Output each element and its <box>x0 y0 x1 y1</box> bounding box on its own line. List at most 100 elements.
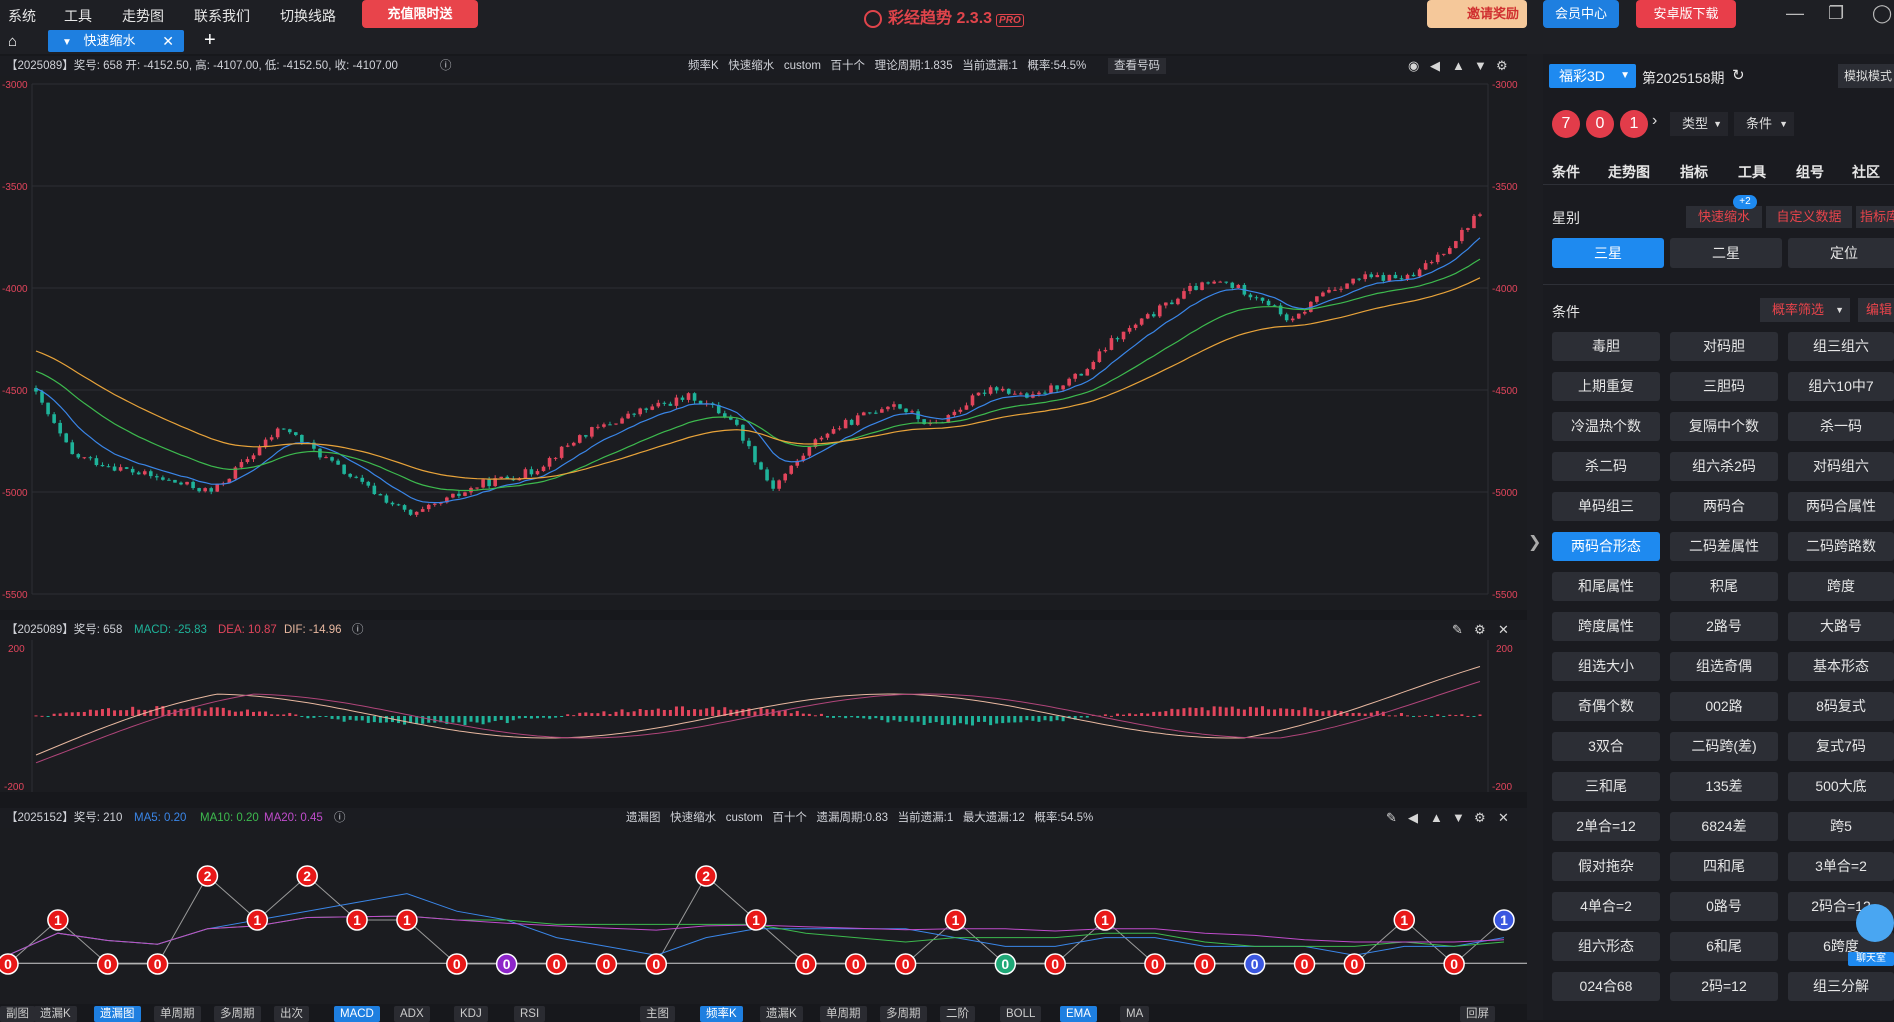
condition-button[interactable]: 杀一码 <box>1788 412 1894 441</box>
maximize-icon[interactable]: ❐ <box>1828 3 1844 24</box>
up-icon[interactable]: ▲ <box>1430 808 1443 828</box>
condition-button[interactable]: 8码复式 <box>1788 692 1894 721</box>
condition-button[interactable]: 6和尾 <box>1670 932 1778 961</box>
star-three[interactable]: 三星 <box>1552 238 1664 268</box>
condition-button[interactable]: 对码胆 <box>1670 332 1778 361</box>
condition-button[interactable]: 3单合=2 <box>1788 852 1894 881</box>
menu-switch-line[interactable]: 切换线路 <box>280 6 336 26</box>
star-position[interactable]: 定位 <box>1788 238 1894 268</box>
menu-contact[interactable]: 联系我们 <box>194 6 250 26</box>
condition-button[interactable]: 组选大小 <box>1552 652 1660 681</box>
condition-button[interactable]: 135差 <box>1670 772 1778 801</box>
condition-button[interactable]: 四和尾 <box>1670 852 1778 881</box>
back-icon[interactable]: ◀ <box>1408 808 1418 828</box>
down-icon[interactable]: ▼ <box>1452 808 1465 828</box>
pin-icon[interactable]: ✎ <box>1452 620 1463 640</box>
condition-button[interactable]: 002路 <box>1670 692 1778 721</box>
condition-button[interactable]: 024合68 <box>1552 972 1660 1001</box>
member-center-button[interactable]: 会员中心 <box>1543 0 1619 28</box>
menu-system[interactable]: 系统 <box>8 6 36 26</box>
invite-reward-button[interactable]: 邀请奖励 <box>1427 0 1527 28</box>
condition-button[interactable]: 三胆码 <box>1670 372 1778 401</box>
nav-tools[interactable]: 工具 <box>1738 162 1766 182</box>
nav-conditions[interactable]: 条件 <box>1552 162 1580 182</box>
nav-community[interactable]: 社区 <box>1852 162 1880 182</box>
condition-button[interactable]: 跨度 <box>1788 572 1894 601</box>
condition-button[interactable]: 对码组六 <box>1788 452 1894 481</box>
condition-button[interactable]: 500大底 <box>1788 772 1894 801</box>
probability-filter-dropdown[interactable]: 概率筛选 ▼ <box>1760 298 1850 322</box>
condition-button[interactable]: 0路号 <box>1670 892 1778 921</box>
nav-indicators[interactable]: 指标 <box>1680 162 1708 182</box>
condition-button[interactable]: 奇偶个数 <box>1552 692 1660 721</box>
condition-button[interactable]: 跨度属性 <box>1552 612 1660 641</box>
android-download-button[interactable]: 安卓版下载 <box>1636 0 1736 28</box>
recharge-promo-button[interactable]: 充值限时送 <box>362 0 478 28</box>
condition-button[interactable]: 上期重复 <box>1552 372 1660 401</box>
condition-button[interactable]: 4单合=2 <box>1552 892 1660 921</box>
condition-button[interactable]: 组六10中7 <box>1788 372 1894 401</box>
nav-trend[interactable]: 走势图 <box>1608 162 1650 182</box>
condition-button[interactable]: 两码合形态 <box>1552 532 1660 561</box>
menu-trend[interactable]: 走势图 <box>122 6 164 26</box>
menu-tools[interactable]: 工具 <box>64 6 92 26</box>
condition-button[interactable]: 三和尾 <box>1552 772 1660 801</box>
chevron-right-icon[interactable]: › <box>1652 112 1657 130</box>
condition-button[interactable]: 组六形态 <box>1552 932 1660 961</box>
condition-button[interactable]: 2单合=12 <box>1552 812 1660 841</box>
condition-button[interactable]: 两码合属性 <box>1788 492 1894 521</box>
lottery-select[interactable]: 福彩3D ▼ <box>1549 64 1636 88</box>
edit-button[interactable]: 编辑 <box>1858 298 1894 322</box>
condition-dropdown[interactable]: 条件 ▼ <box>1734 112 1794 136</box>
draw-icon[interactable]: ◉ <box>1408 56 1419 76</box>
condition-button[interactable]: 组选奇偶 <box>1670 652 1778 681</box>
condition-button[interactable]: 6824差 <box>1670 812 1778 841</box>
condition-button[interactable]: 二码差属性 <box>1670 532 1778 561</box>
pill-quick-shrink[interactable]: 快速缩水 <box>1686 206 1762 228</box>
home-icon[interactable]: ⌂ <box>8 33 17 50</box>
condition-button[interactable]: 复隔中个数 <box>1670 412 1778 441</box>
omission-chart[interactable]: 0 1 0 0 2 1 2 1 1 0 0 0 0 0 2 1 0 0 0 1 0 0 1 0 0 0 0 0 1 0 1 <box>0 828 1527 1004</box>
condition-button[interactable]: 2路号 <box>1670 612 1778 641</box>
condition-button[interactable]: 单码组三 <box>1552 492 1660 521</box>
condition-button[interactable]: 2码=12 <box>1670 972 1778 1001</box>
simulation-mode-button[interactable]: 模拟模式 <box>1838 64 1894 88</box>
condition-button[interactable]: 二码跨(差) <box>1670 732 1778 761</box>
type-dropdown[interactable]: 类型 ▼ <box>1670 112 1728 136</box>
help-icon[interactable]: ⓘ <box>440 56 452 76</box>
condition-button[interactable]: 冷温热个数 <box>1552 412 1660 441</box>
close-tab-icon[interactable]: ✕ <box>162 30 174 52</box>
nav-groups[interactable]: 组号 <box>1796 162 1824 182</box>
condition-button[interactable]: 积尾 <box>1670 572 1778 601</box>
close-icon[interactable]: ✕ <box>1498 808 1509 828</box>
star-two[interactable]: 二星 <box>1670 238 1782 268</box>
condition-button[interactable]: 组三分解 <box>1788 972 1894 1001</box>
condition-button[interactable]: 组六杀2码 <box>1670 452 1778 481</box>
condition-button[interactable]: 假对拖杂 <box>1552 852 1660 881</box>
pin-icon[interactable]: ✎ <box>1386 808 1397 828</box>
minimize-icon[interactable]: — <box>1786 3 1804 24</box>
condition-button[interactable]: 杀二码 <box>1552 452 1660 481</box>
chevron-right-icon[interactable]: ❯ <box>1528 532 1541 552</box>
settings-icon[interactable]: ⚙ <box>1474 620 1486 640</box>
chat-room-label[interactable]: 聊天室 <box>1848 952 1894 966</box>
close-window-icon[interactable]: ◯ <box>1872 3 1892 24</box>
condition-button[interactable]: 3双合 <box>1552 732 1660 761</box>
condition-button[interactable]: 大路号 <box>1788 612 1894 641</box>
pill-indicator-library[interactable]: 指标库 <box>1856 206 1894 228</box>
add-tab-icon[interactable]: + <box>204 29 216 52</box>
down-icon[interactable]: ▼ <box>1474 56 1487 76</box>
back-icon[interactable]: ◀ <box>1430 56 1440 76</box>
tab-quick-shrink[interactable]: ▼ 快速缩水 ✕ <box>48 30 184 52</box>
up-icon[interactable]: ▲ <box>1452 56 1465 76</box>
settings-icon[interactable]: ⚙ <box>1496 56 1508 76</box>
macd-chart[interactable]: 200 -200 200 -200 <box>0 640 1527 792</box>
chat-bot-icon[interactable] <box>1856 904 1894 942</box>
condition-button[interactable]: 和尾属性 <box>1552 572 1660 601</box>
refresh-icon[interactable]: ↻ <box>1732 66 1745 84</box>
frequency-k-chart[interactable]: -3000 -3000 -3500 -3500 -4000 -4000 -4500 -4500… <box>0 76 1527 610</box>
help-icon[interactable]: ⓘ <box>352 620 364 640</box>
pill-custom-data[interactable]: 自定义数据 <box>1766 206 1852 228</box>
condition-button[interactable]: 毒胆 <box>1552 332 1660 361</box>
condition-button[interactable]: 二码跨路数 <box>1788 532 1894 561</box>
